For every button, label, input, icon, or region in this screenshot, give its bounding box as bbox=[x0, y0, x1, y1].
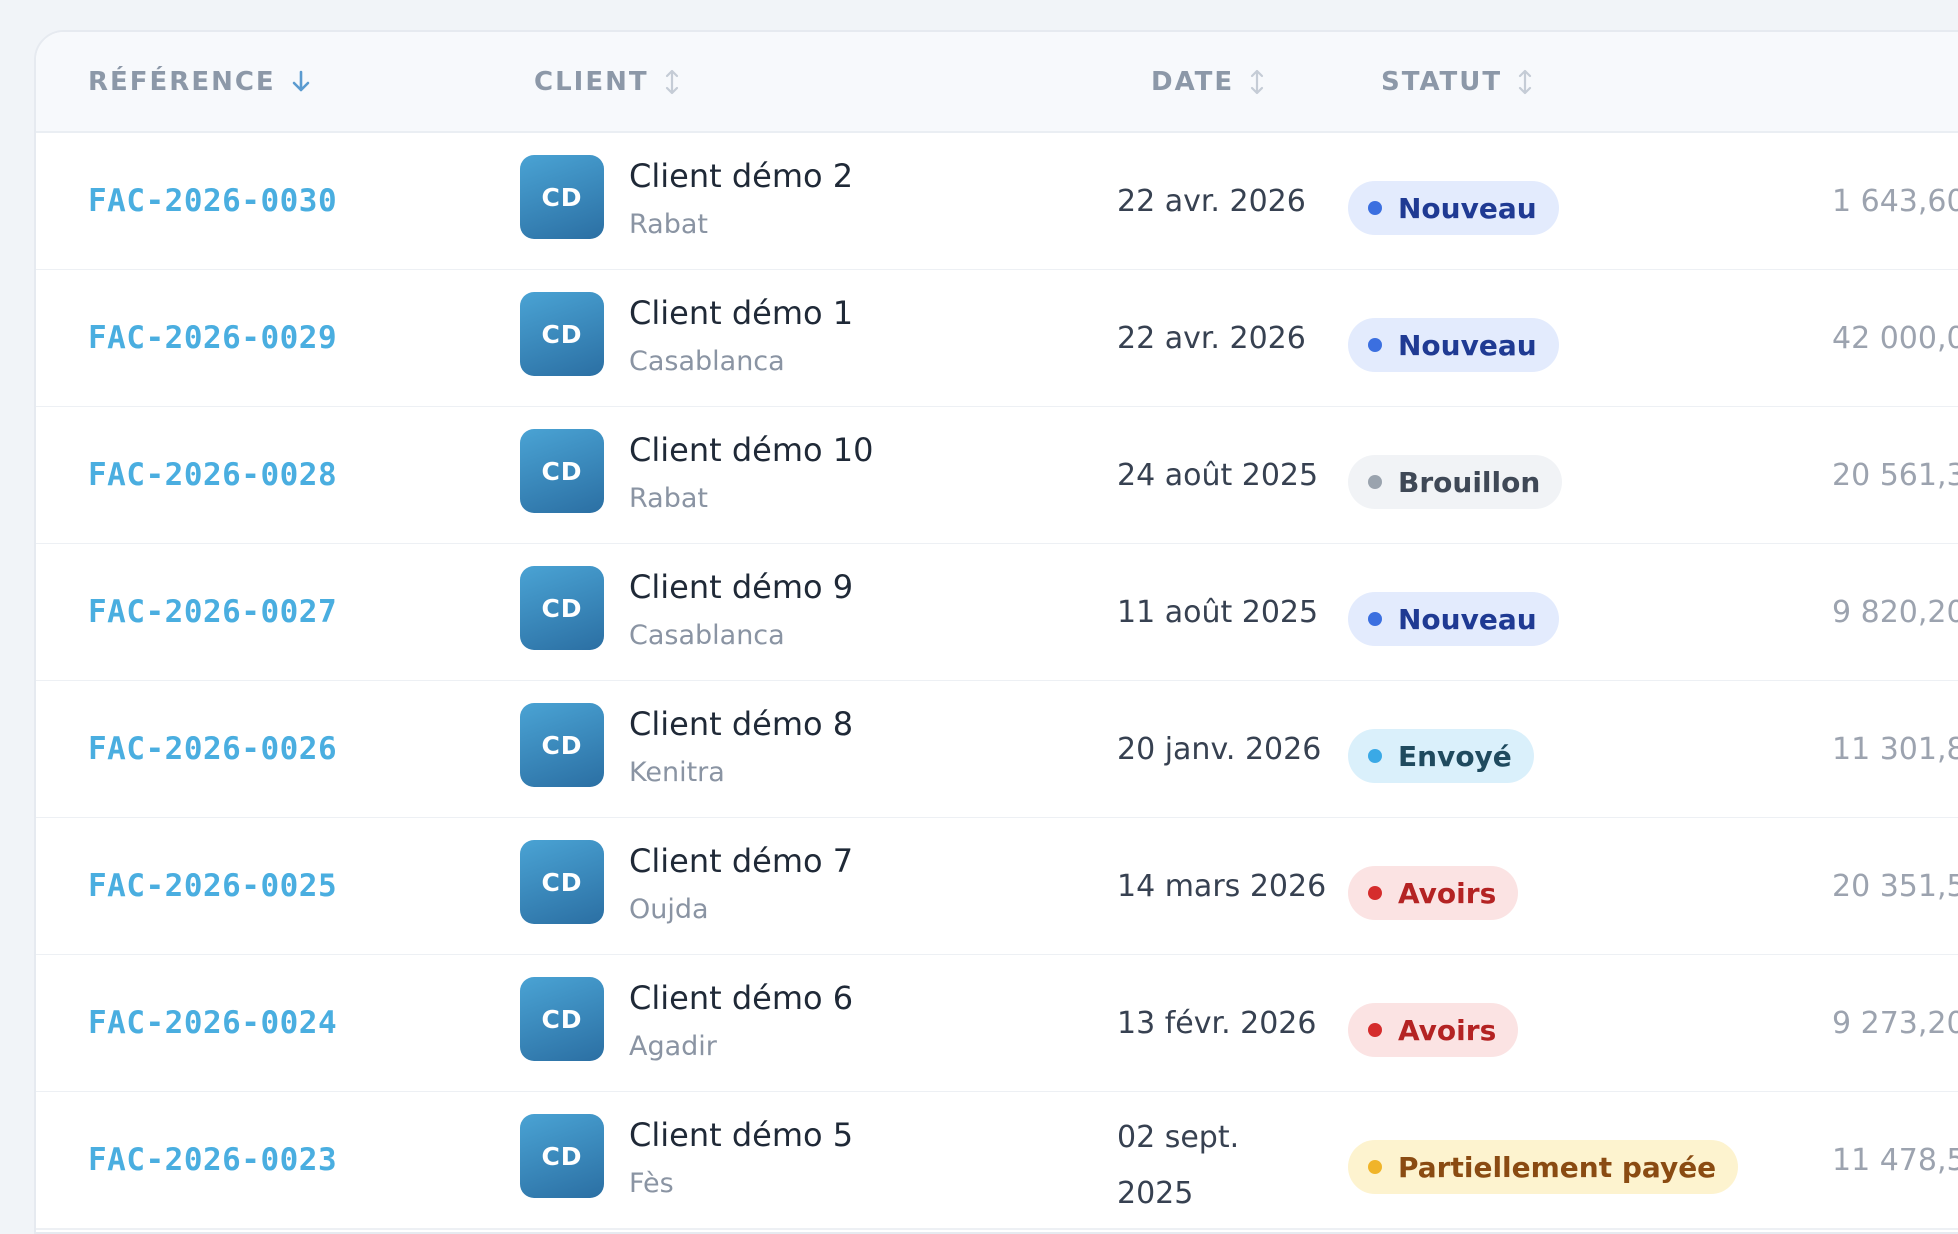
invoice-date: 11 août 2025 bbox=[1117, 594, 1319, 630]
table-row[interactable]: FAC-2026-0027 CD Client démo 9 Casablanca 11… bbox=[36, 544, 1958, 682]
client-name: Client démo 1 bbox=[629, 294, 854, 332]
client-name: Client démo 7 bbox=[629, 842, 854, 880]
invoice-date: 22 avr. 2026 bbox=[1117, 183, 1306, 219]
status-dot-icon bbox=[1368, 749, 1382, 763]
status-badge: Nouveau bbox=[1348, 181, 1559, 235]
invoice-reference-link[interactable]: FAC-2026-0030 bbox=[88, 133, 337, 269]
status-badge: Nouveau bbox=[1348, 318, 1559, 372]
invoice-amount: 20 561,35 bbox=[1832, 457, 1958, 493]
invoice-table-card: RÉFÉRENCE CLIENT DATE STATUT FAC-2026-00… bbox=[34, 30, 1958, 1234]
invoice-date: 20 janv. 2026 bbox=[1117, 731, 1322, 767]
table-row[interactable]: FAC-2026-0025 CD Client démo 7 Oujda 14 mars… bbox=[36, 818, 1958, 956]
invoice-amount: 11 301,88 bbox=[1832, 731, 1958, 767]
status-badge: Brouillon bbox=[1348, 455, 1563, 509]
invoice-date: 02 sept. 2025 bbox=[1117, 1120, 1240, 1211]
status-label: Nouveau bbox=[1398, 602, 1537, 636]
sort-updown-icon bbox=[1251, 69, 1264, 94]
invoice-reference-link[interactable]: FAC-2026-0027 bbox=[88, 544, 337, 680]
table-row[interactable]: FAC-2026-0026 CD Client démo 8 Kenitra 20 ja… bbox=[36, 681, 1958, 819]
client-city: Rabat bbox=[629, 209, 708, 240]
table-row[interactable]: FAC-2026-0030 CD Client démo 2 Rabat 22 avr.… bbox=[36, 133, 1958, 271]
status-label: Nouveau bbox=[1398, 328, 1537, 362]
avatar: CD bbox=[520, 977, 604, 1061]
status-label: Avoirs bbox=[1398, 1013, 1497, 1047]
invoice-reference-link[interactable]: FAC-2026-0029 bbox=[88, 270, 337, 406]
column-header-statut[interactable]: STATUT bbox=[1381, 32, 1534, 131]
status-badge: Envoyé bbox=[1348, 729, 1534, 783]
client-city: Agadir bbox=[629, 1031, 717, 1062]
table-row[interactable]: FAC-2026-0024 CD Client démo 6 Agadir 13 fév… bbox=[36, 955, 1958, 1093]
client-city: Fès bbox=[629, 1168, 674, 1199]
client-name: Client démo 10 bbox=[629, 431, 874, 469]
status-dot-icon bbox=[1368, 338, 1382, 352]
status-dot-icon bbox=[1368, 475, 1382, 489]
avatar: CD bbox=[520, 1114, 604, 1198]
invoice-amount: 1 643,60 bbox=[1832, 183, 1958, 219]
avatar: CD bbox=[520, 429, 604, 513]
column-label-statut: STATUT bbox=[1381, 66, 1503, 97]
status-dot-icon bbox=[1368, 201, 1382, 215]
status-label: Partiellement payée bbox=[1398, 1150, 1717, 1184]
avatar: CD bbox=[520, 840, 604, 924]
client-name: Client démo 2 bbox=[629, 157, 854, 195]
status-badge: Nouveau bbox=[1348, 592, 1559, 646]
column-label-client: CLIENT bbox=[534, 66, 649, 97]
invoice-amount: 9 273,20 bbox=[1832, 1005, 1958, 1041]
invoice-reference-link[interactable]: FAC-2026-0026 bbox=[88, 681, 337, 817]
sort-updown-icon bbox=[1519, 69, 1532, 94]
status-label: Nouveau bbox=[1398, 191, 1537, 225]
column-header-reference[interactable]: RÉFÉRENCE bbox=[88, 32, 312, 131]
status-badge: Avoirs bbox=[1348, 1003, 1519, 1057]
column-header-date[interactable]: DATE bbox=[1151, 32, 1266, 131]
invoice-amount: 11 478,50 bbox=[1832, 1142, 1958, 1178]
table-row[interactable]: FAC-2026-0029 CD Client démo 1 Casablanca 22… bbox=[36, 270, 1958, 408]
invoice-amount: 9 820,20 bbox=[1832, 594, 1958, 630]
invoice-amount: 20 351,58 bbox=[1832, 868, 1958, 904]
invoice-amount: 42 000,00 bbox=[1832, 320, 1958, 356]
status-badge: Partiellement payée bbox=[1348, 1140, 1739, 1194]
avatar: CD bbox=[520, 292, 604, 376]
invoice-reference-link[interactable]: FAC-2026-0025 bbox=[88, 818, 337, 954]
client-city: Kenitra bbox=[629, 757, 725, 788]
column-label-reference: RÉFÉRENCE bbox=[88, 66, 276, 97]
arrow-down-icon bbox=[292, 70, 309, 91]
status-dot-icon bbox=[1368, 1160, 1382, 1174]
status-dot-icon bbox=[1368, 612, 1382, 626]
client-name: Client démo 6 bbox=[629, 979, 854, 1017]
status-badge: Avoirs bbox=[1348, 866, 1519, 920]
avatar: CD bbox=[520, 703, 604, 787]
invoice-date: 14 mars 2026 bbox=[1117, 868, 1327, 904]
status-label: Avoirs bbox=[1398, 876, 1497, 910]
invoice-reference-link[interactable]: FAC-2026-0024 bbox=[88, 955, 337, 1091]
invoice-date: 24 août 2025 bbox=[1117, 457, 1319, 493]
sort-updown-icon bbox=[665, 69, 678, 94]
avatar: CD bbox=[520, 155, 604, 239]
table-header: RÉFÉRENCE CLIENT DATE STATUT bbox=[36, 32, 1958, 133]
table-row[interactable]: FAC-2026-0023 CD Client démo 5 Fès 02 sept. … bbox=[36, 1092, 1958, 1230]
status-label: Brouillon bbox=[1398, 465, 1541, 499]
invoice-reference-link[interactable]: FAC-2026-0028 bbox=[88, 407, 337, 543]
table-row[interactable]: FAC-2026-0028 CD Client démo 10 Rabat 24 aoû… bbox=[36, 407, 1958, 545]
invoice-reference-link[interactable]: FAC-2026-0023 bbox=[88, 1092, 337, 1228]
invoice-date: 13 févr. 2026 bbox=[1117, 1005, 1317, 1041]
avatar: CD bbox=[520, 566, 604, 650]
client-city: Casablanca bbox=[629, 346, 785, 377]
status-label: Envoyé bbox=[1398, 739, 1512, 773]
invoice-date: 22 avr. 2026 bbox=[1117, 320, 1306, 356]
column-label-date: DATE bbox=[1151, 66, 1235, 97]
column-header-client[interactable]: CLIENT bbox=[534, 32, 681, 131]
client-name: Client démo 9 bbox=[629, 568, 854, 606]
client-city: Casablanca bbox=[629, 620, 785, 651]
client-city: Rabat bbox=[629, 483, 708, 514]
status-dot-icon bbox=[1368, 886, 1382, 900]
client-name: Client démo 8 bbox=[629, 705, 854, 743]
client-city: Oujda bbox=[629, 894, 709, 925]
client-name: Client démo 5 bbox=[629, 1116, 854, 1154]
status-dot-icon bbox=[1368, 1023, 1382, 1037]
